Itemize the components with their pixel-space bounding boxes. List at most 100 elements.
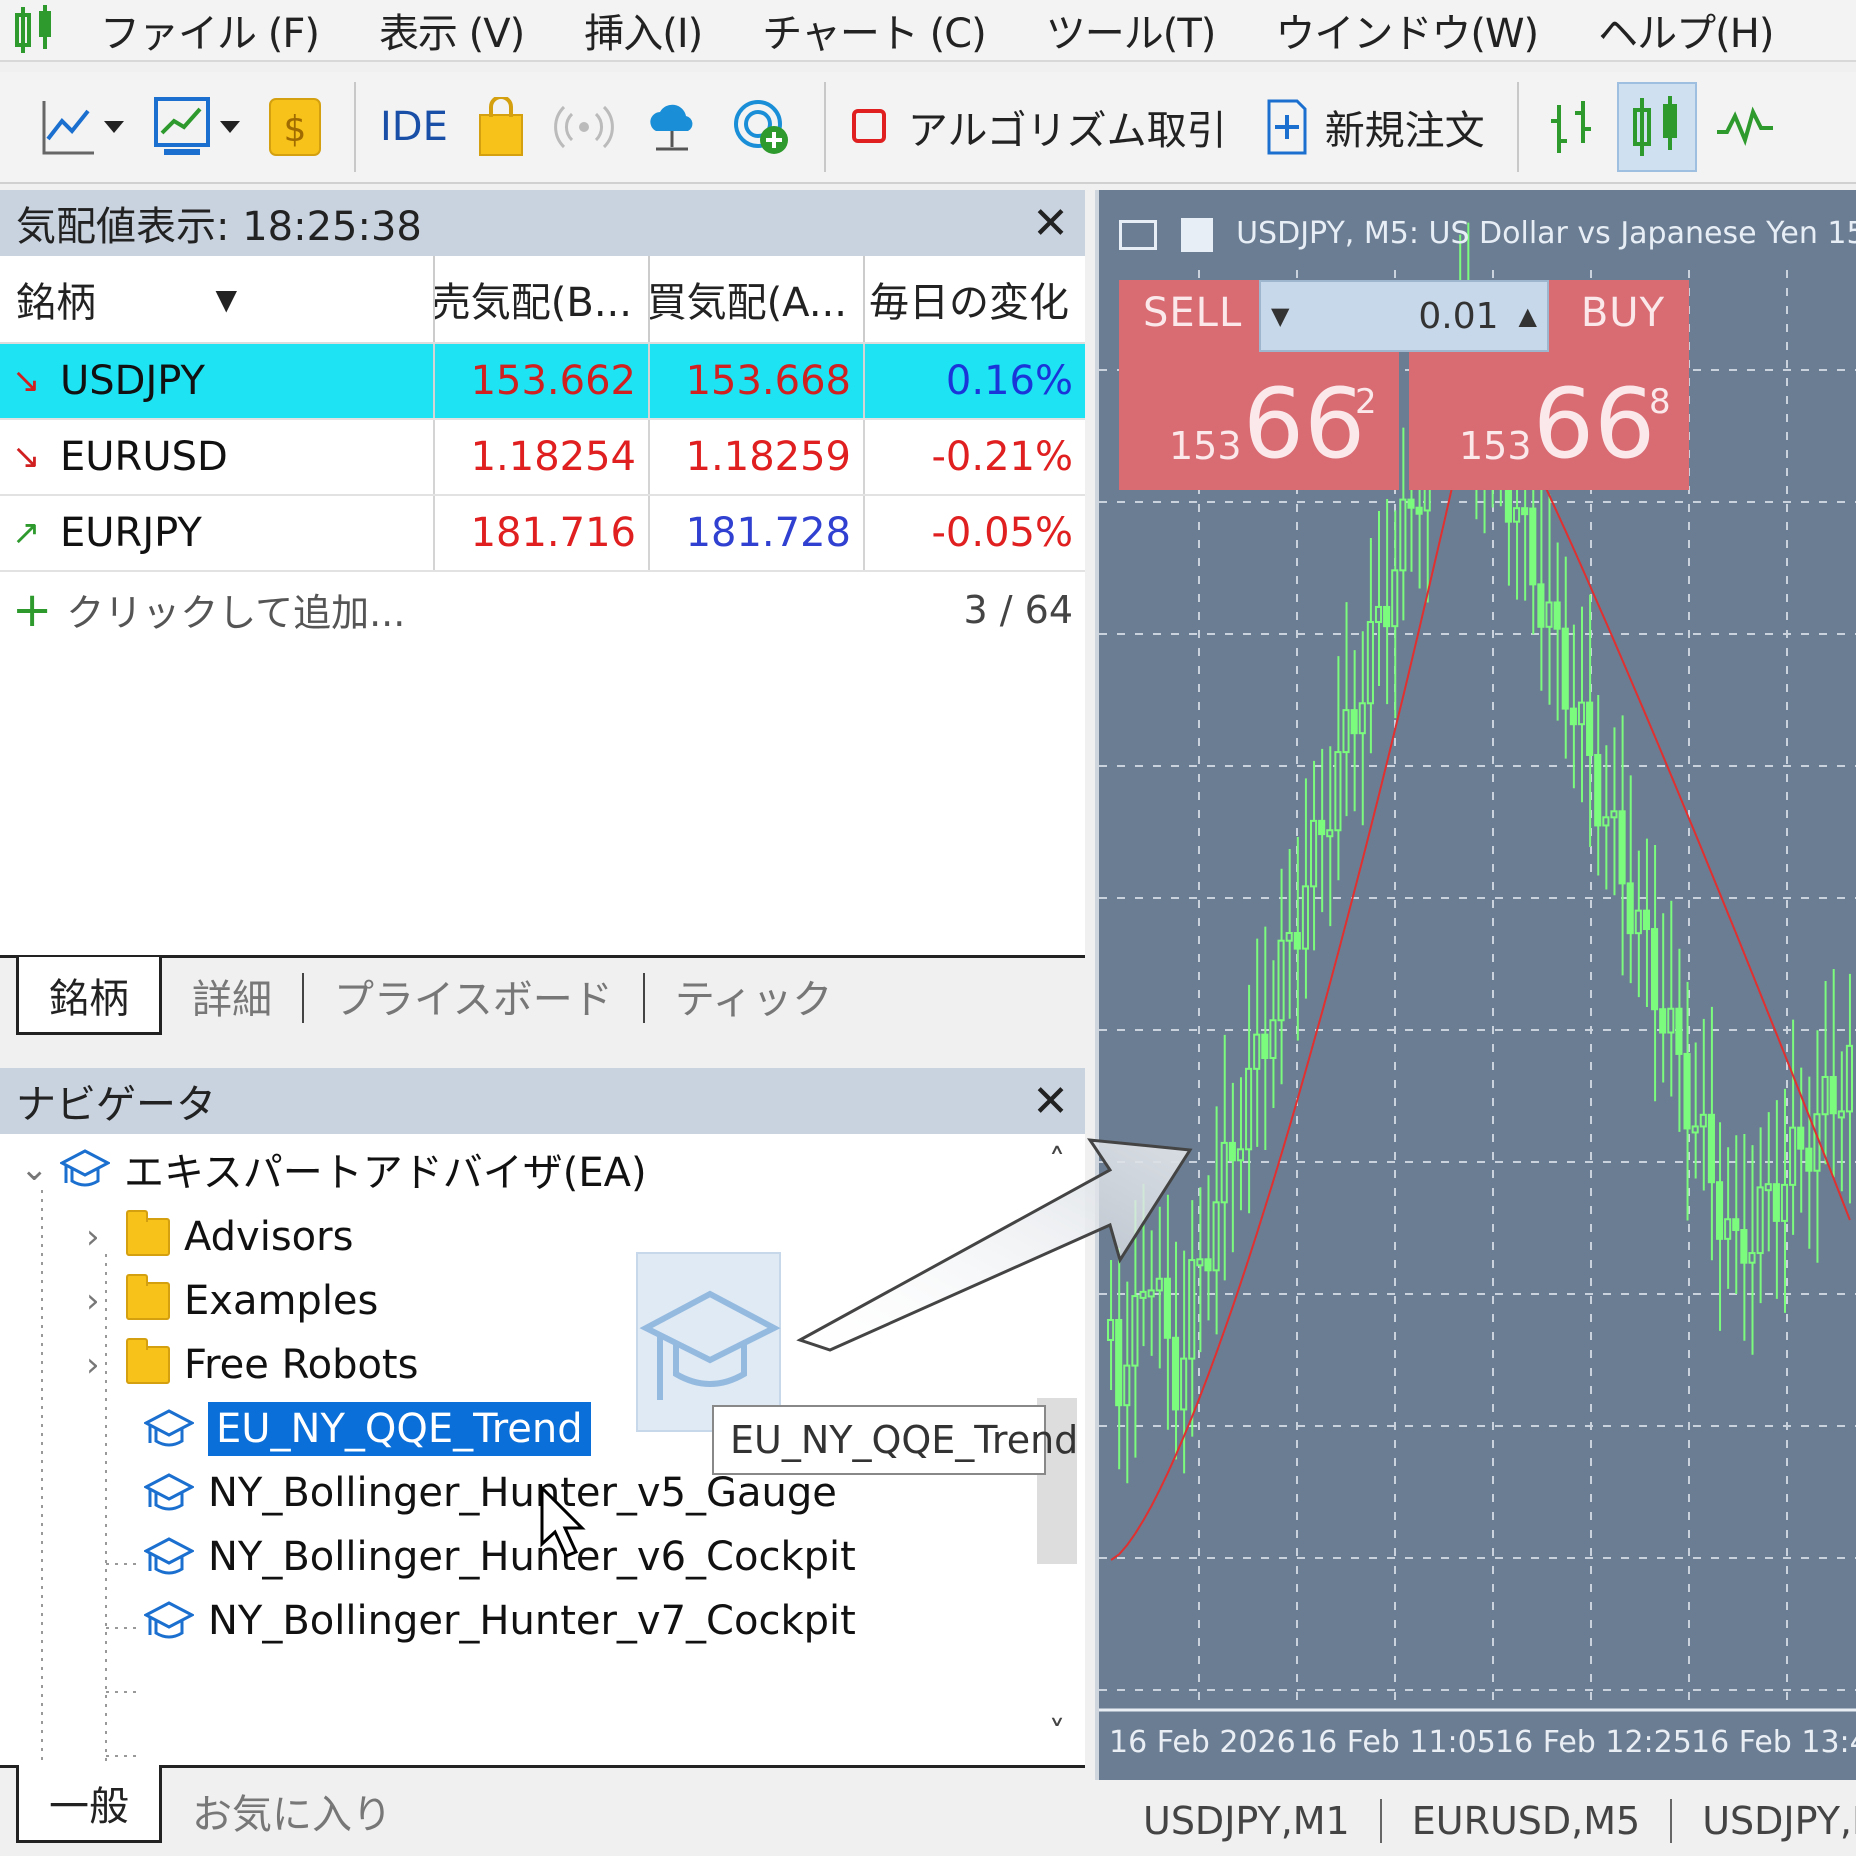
candle-body [1374, 605, 1383, 624]
tab-general[interactable]: 一般 [16, 1765, 162, 1843]
algo-trading-label: アルゴリズム取引 [907, 108, 1227, 154]
menu-window[interactable]: ウインドウ(W) [1245, 1, 1568, 59]
dollar-button[interactable]: $ [258, 82, 332, 172]
folder-label: Examples [184, 1278, 379, 1324]
symbol-name: EURUSD [60, 434, 228, 480]
tab-price-board[interactable]: プライスボード [304, 957, 643, 1035]
lot-size-value[interactable]: 0.01 [1418, 296, 1498, 337]
menu-chart[interactable]: チャート (C) [732, 1, 1015, 59]
tab-details[interactable]: 詳細 [162, 957, 302, 1035]
tree-root-experts[interactable]: ⌄ エキスパートアドバイザ(EA) [20, 1134, 647, 1204]
candle-body [1691, 1125, 1699, 1134]
chart-table-icon[interactable] [1119, 219, 1157, 250]
chevron-down-icon [104, 121, 124, 133]
menu-tools[interactable]: ツール(T) [1016, 1, 1246, 59]
vps-button[interactable] [632, 82, 712, 172]
bar-chart-button[interactable] [1533, 82, 1609, 172]
table-row[interactable]: ↘ EURUSD 1.18254 1.18259 -0.21% [0, 420, 1085, 496]
chevron-down-icon[interactable]: ⌄ [20, 1149, 60, 1189]
chart-tab[interactable]: USDJPY,M1 [1095, 1798, 1382, 1843]
tab-symbols[interactable]: 銘柄 [16, 957, 162, 1035]
tab-ticks[interactable]: ティック [645, 957, 863, 1035]
tree-folder-advisors[interactable]: › Advisors [86, 1202, 353, 1272]
time-axis: 16 Feb 2026 16 Feb 11:05 16 Feb 12:25 16… [1099, 1725, 1856, 1775]
chart-line-button[interactable] [30, 82, 134, 172]
line-chart-button[interactable] [1705, 82, 1785, 172]
graduation-cap-icon [144, 1601, 194, 1639]
candle-body [1569, 707, 1577, 726]
algo-trading-button[interactable]: アルゴリズム取引 [840, 82, 1237, 172]
time-label: 16 Feb 2026 [1109, 1725, 1296, 1760]
candle-body [1797, 1126, 1805, 1150]
menu-insert[interactable]: 挿入(I) [554, 1, 732, 59]
folder-icon [126, 1210, 170, 1256]
chart-tab[interactable]: EURUSD,M5 [1382, 1798, 1673, 1843]
close-icon[interactable]: ✕ [1032, 1076, 1069, 1127]
candle-body [1699, 1113, 1707, 1128]
chart-bars-icon[interactable] [1180, 217, 1213, 252]
column-header-ask[interactable]: 買気配(A... [650, 256, 865, 342]
tree-expert-v6[interactable]: NY_Bollinger_Hunter_v6_Cockpit [144, 1522, 856, 1592]
sell-price-sup: 2 [1355, 382, 1377, 422]
buy-price-big: 66 [1533, 368, 1656, 480]
menu-file[interactable]: ファイル (F) [70, 1, 349, 59]
chart-window[interactable]: USDJPY, M5: US Dollar vs Japanese Yen 15… [1095, 190, 1856, 1780]
ide-button[interactable]: IDE [370, 82, 458, 172]
lot-size-stepper[interactable]: ▼ 0.01 ▲ [1259, 280, 1549, 352]
tree-expert-v7[interactable]: NY_Bollinger_Hunter_v7_Cockpit [144, 1586, 856, 1656]
candle-body [1715, 1181, 1724, 1240]
candle-body [1521, 507, 1529, 516]
candle-body [1651, 928, 1659, 1011]
chevron-right-icon[interactable]: › [86, 1345, 126, 1385]
candle-body [1228, 1141, 1236, 1162]
candle-body [1293, 932, 1301, 950]
candle-body [1545, 601, 1553, 628]
candle-body [1537, 583, 1545, 628]
tab-favorites[interactable]: お気に入り [162, 1768, 422, 1850]
broadcast-icon [554, 105, 614, 149]
scroll-up-icon[interactable]: ˄ [1037, 1142, 1077, 1182]
chevron-right-icon[interactable]: › [86, 1217, 126, 1257]
chevron-right-icon[interactable]: › [86, 1281, 126, 1321]
tree-folder-free-robots[interactable]: › Free Robots [86, 1330, 418, 1400]
tree-folder-examples[interactable]: › Examples [86, 1266, 378, 1336]
add-symbol-row[interactable]: + クリックして追加... 3 / 64 [0, 572, 1085, 648]
column-header-daily-change[interactable]: 毎日の変化 [865, 256, 1085, 342]
candle-body [1147, 1289, 1155, 1298]
shopping-bag-icon [478, 97, 523, 156]
table-row[interactable]: ↘ USDJPY 153.662 153.668 0.16% [0, 344, 1085, 420]
toolbar-separator [354, 82, 356, 172]
candle-body [1391, 569, 1399, 628]
market-watch-rows: ↘ USDJPY 153.662 153.668 0.16% ↘ EURUSD … [0, 344, 1085, 572]
candle-body [1334, 751, 1342, 832]
candle-body [1196, 1258, 1204, 1267]
tree-expert-eu-ny-qqe-trend[interactable]: EU_NY_QQE_Trend [144, 1394, 591, 1464]
chart-title-bar: USDJPY, M5: US Dollar vs Japanese Yen 15… [1119, 216, 1856, 252]
candlestick-button[interactable] [1616, 82, 1697, 172]
toolbar-separator [1516, 82, 1519, 172]
add-signal-button[interactable] [720, 82, 802, 172]
candle-body [1139, 1290, 1147, 1299]
change-cell: -0.05% [931, 510, 1073, 556]
menu-view[interactable]: 表示 (V) [349, 1, 554, 59]
chart-tab[interactable]: USDJPY,M5 [1672, 1799, 1856, 1843]
column-header-symbol[interactable]: 銘柄 ▼ [0, 256, 435, 342]
market-button[interactable] [466, 82, 536, 172]
scroll-down-icon[interactable]: ˅ [1037, 1714, 1077, 1754]
folder-label: Advisors [184, 1214, 354, 1260]
lot-decrease-icon[interactable]: ▼ [1271, 302, 1289, 330]
new-order-button[interactable]: 新規注文 [1255, 82, 1495, 172]
close-icon[interactable]: ✕ [1032, 198, 1069, 249]
lot-increase-icon[interactable]: ▲ [1519, 302, 1537, 330]
candle-body [1780, 1183, 1789, 1222]
graduation-cap-icon [60, 1149, 110, 1187]
signals-button[interactable] [544, 82, 624, 172]
candle-body [1350, 709, 1358, 735]
indicators-button[interactable] [142, 82, 250, 172]
candle-body [1212, 1201, 1220, 1272]
sort-down-icon[interactable]: ▼ [215, 283, 237, 316]
column-header-bid[interactable]: 売気配(B... [435, 256, 650, 342]
table-row[interactable]: ↗ EURJPY 181.716 181.728 -0.05% [0, 496, 1085, 572]
sell-price-prefix: 153 [1169, 424, 1242, 468]
menu-help[interactable]: ヘルプ(H) [1568, 1, 1803, 59]
